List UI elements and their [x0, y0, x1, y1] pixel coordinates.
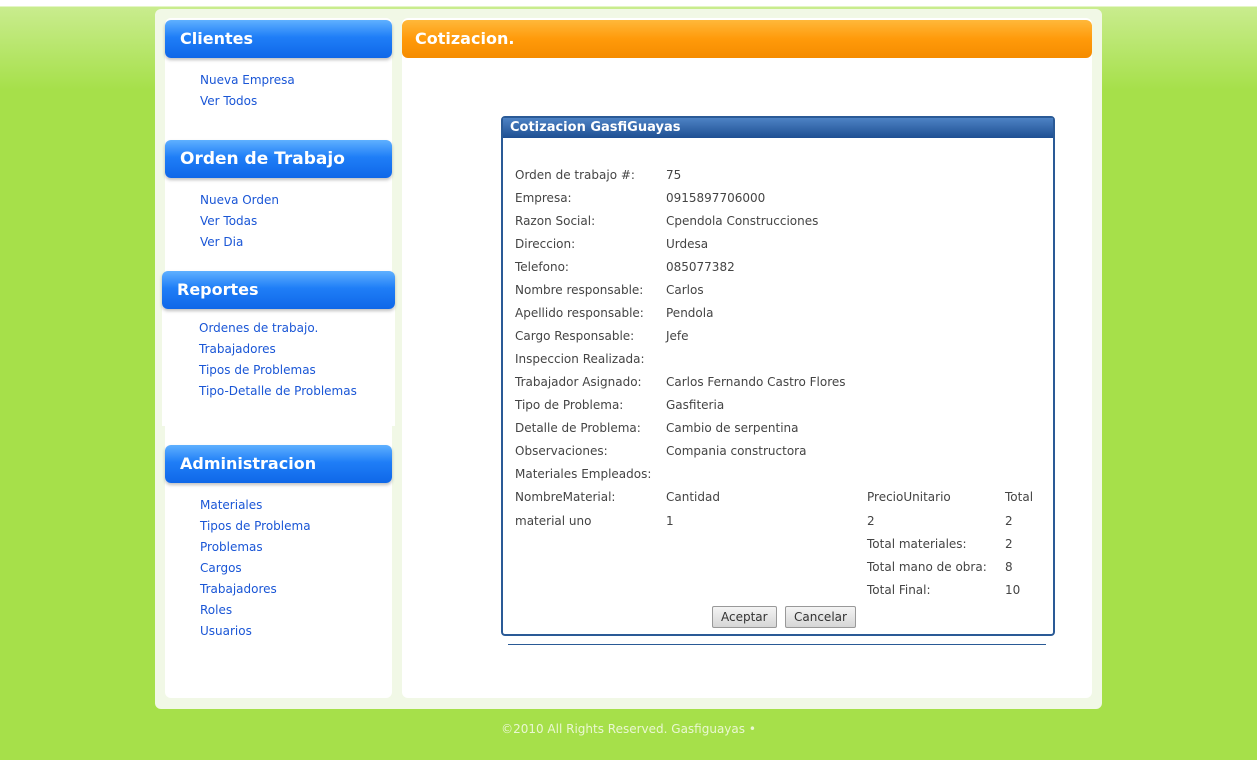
field-value: 085077382	[666, 260, 735, 274]
link-ver-dia[interactable]: Ver Dia	[200, 232, 279, 253]
dialog-title: Cotizacion GasfiGuayas	[503, 118, 1053, 138]
section-header-clientes: Clientes	[165, 20, 392, 58]
summary-label: Total materiales:	[867, 537, 967, 551]
reportes-links: Ordenes de trabajo. Trabajadores Tipos d…	[199, 318, 357, 402]
field-label: Razon Social:	[515, 214, 596, 228]
link-ver-todas[interactable]: Ver Todas	[200, 211, 279, 232]
field-label: Empresa:	[515, 191, 572, 205]
field-value: Urdesa	[666, 237, 709, 251]
link-usuarios[interactable]: Usuarios	[200, 621, 311, 642]
summary-label: Total mano de obra:	[867, 560, 987, 574]
link-roles[interactable]: Roles	[200, 600, 311, 621]
cotizacion-dialog: Cotizacion GasfiGuayas Orden de trabajo …	[501, 116, 1055, 636]
summary-value: 2	[1005, 537, 1013, 551]
materials-header-qty: Cantidad	[666, 490, 720, 504]
orden-links: Nueva Orden Ver Todas Ver Dia	[200, 190, 279, 253]
section-header-orden-trabajo: Orden de Trabajo	[165, 140, 392, 178]
summary-value: 10	[1005, 583, 1021, 597]
field-label: Observaciones:	[515, 444, 608, 458]
link-ordenes-de-trabajo[interactable]: Ordenes de trabajo.	[199, 318, 357, 339]
material-price: 2	[867, 514, 875, 528]
cancel-button[interactable]: Cancelar	[785, 606, 856, 628]
field-value: Jefe	[666, 329, 689, 343]
field-value: 75	[666, 168, 682, 182]
link-ver-todos[interactable]: Ver Todos	[200, 91, 295, 112]
materials-header-total: Total	[1005, 490, 1034, 504]
field-label: Trabajador Asignado:	[515, 375, 642, 389]
summary-value: 8	[1005, 560, 1013, 574]
accept-button[interactable]: Aceptar	[712, 606, 777, 628]
field-value: Compania constructora	[666, 444, 807, 458]
field-value: Cambio de serpentina	[666, 421, 799, 435]
field-label: Detalle de Problema:	[515, 421, 641, 435]
materials-header-name: NombreMaterial:	[515, 490, 616, 504]
field-label: Nombre responsable:	[515, 283, 644, 297]
link-tipos-de-problemas[interactable]: Tipos de Problemas	[199, 360, 357, 381]
field-value: 0915897706000	[666, 191, 766, 205]
field-value: Cpendola Construcciones	[666, 214, 819, 228]
section-header-administracion: Administracion	[165, 445, 392, 483]
link-cargos[interactable]: Cargos	[200, 558, 311, 579]
link-tipos-de-problema[interactable]: Tipos de Problema	[200, 516, 311, 537]
field-value: Gasfiteria	[666, 398, 725, 412]
divider	[508, 644, 1046, 645]
link-problemas[interactable]: Problemas	[200, 537, 311, 558]
field-label: Inspeccion Realizada:	[515, 352, 645, 366]
field-value: Carlos Fernando Castro Flores	[666, 375, 846, 389]
link-nueva-empresa[interactable]: Nueva Empresa	[200, 70, 295, 91]
link-tipo-detalle-problemas[interactable]: Tipo-Detalle de Problemas	[199, 381, 357, 402]
field-value: Pendola	[666, 306, 714, 320]
field-label: Materiales Empleados:	[515, 467, 652, 481]
section-header-reportes: Reportes	[162, 271, 395, 309]
field-label: Cargo Responsable:	[515, 329, 635, 343]
field-label: Direccion:	[515, 237, 576, 251]
field-label: Orden de trabajo #:	[515, 168, 635, 182]
link-materiales[interactable]: Materiales	[200, 495, 311, 516]
field-label: Telefono:	[515, 260, 569, 274]
link-nueva-orden[interactable]: Nueva Orden	[200, 190, 279, 211]
materials-header-price: PrecioUnitario	[867, 490, 951, 504]
summary-label: Total Final:	[867, 583, 931, 597]
link-trabajadores-admin[interactable]: Trabajadores	[200, 579, 311, 600]
link-trabajadores-reporte[interactable]: Trabajadores	[199, 339, 357, 360]
footer-text: ©2010 All Rights Reserved. Gasfiguayas •	[501, 722, 756, 736]
material-name: material uno	[515, 514, 592, 528]
clientes-links: Nueva Empresa Ver Todos	[200, 70, 295, 112]
material-qty: 1	[666, 514, 674, 528]
admin-links: Materiales Tipos de Problema Problemas C…	[200, 495, 311, 642]
page-title: Cotizacion.	[402, 20, 1092, 58]
field-label: Tipo de Problema:	[515, 398, 624, 412]
field-label: Apellido responsable:	[515, 306, 644, 320]
field-value: Carlos	[666, 283, 704, 297]
material-total: 2	[1005, 514, 1013, 528]
